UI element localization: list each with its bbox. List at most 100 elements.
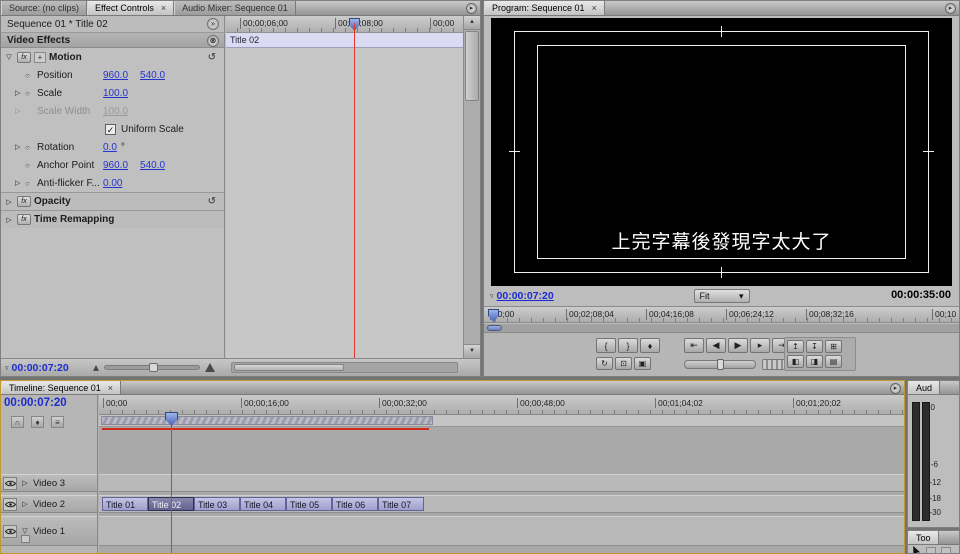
scroll-down-icon[interactable]: ▼ xyxy=(464,344,480,358)
motion-effect-row[interactable]: ▽ fx + Motion ↺ xyxy=(1,48,224,66)
step-back-button[interactable]: ◀ xyxy=(706,338,726,353)
toggle-track-output-button[interactable] xyxy=(3,477,17,490)
current-timecode[interactable]: 00:00:07:20 xyxy=(12,362,69,374)
zoom-slider-thumb[interactable] xyxy=(149,363,158,372)
scale-value[interactable]: 100.0 xyxy=(103,88,128,99)
shuttle-thumb[interactable] xyxy=(717,359,724,370)
timeline-clip[interactable]: Title 07 xyxy=(378,497,424,511)
track-header-video-2[interactable]: ▷ Video 2 xyxy=(1,495,97,513)
zoom-slider[interactable] xyxy=(104,365,200,370)
set-display-style-icon[interactable] xyxy=(21,535,30,543)
remove-effects-icon[interactable]: ⊗ xyxy=(207,35,219,47)
zoom-in-icon[interactable] xyxy=(205,363,215,372)
shuttle-slider[interactable] xyxy=(684,360,756,369)
toggle-track-output-button[interactable] xyxy=(3,525,17,538)
twirl-closed-icon[interactable]: ▷ xyxy=(15,143,25,151)
timeline-clip[interactable]: Title 04 xyxy=(240,497,286,511)
track-header-video-1[interactable]: ▽ Video 1 xyxy=(1,516,97,546)
lift-button[interactable]: ↥ xyxy=(787,340,804,353)
tab-tools[interactable]: Too xyxy=(908,531,939,544)
panel-menu-icon[interactable]: ▸ xyxy=(945,3,956,14)
trim-left-button[interactable]: ◧ xyxy=(787,355,804,368)
horizontal-scrollbar-thumb[interactable] xyxy=(234,364,344,371)
time-remapping-effect-row[interactable]: ▷ fx Time Remapping xyxy=(1,210,224,228)
effect-enabled-icon[interactable]: fx xyxy=(17,196,31,207)
effect-enabled-icon[interactable]: fx xyxy=(17,52,31,63)
program-current-time[interactable]: ▿ 00:00:07:20 xyxy=(490,290,554,302)
scrollbar-thumb[interactable] xyxy=(465,31,479,101)
timeline-clip[interactable]: Title 06 xyxy=(332,497,378,511)
reset-icon[interactable]: ↺ xyxy=(208,52,216,63)
twirl-closed-icon[interactable]: ▷ xyxy=(15,107,25,115)
tab-effect-controls[interactable]: Effect Controls × xyxy=(87,1,174,15)
track-video-2[interactable]: Title 01 Title 02 Title 03 Title 04 Titl… xyxy=(99,495,904,513)
program-ruler[interactable]: 00;00 00;02;08;04 00;04;16;08 00;06;24;1… xyxy=(484,306,959,323)
multi-camera-button[interactable]: ▤ xyxy=(825,355,842,368)
toggle-animation-icon[interactable]: ○ xyxy=(25,179,37,188)
close-icon[interactable]: × xyxy=(161,3,166,13)
uniform-scale-checkbox[interactable]: ✓ xyxy=(105,124,116,135)
set-marker-icon[interactable]: ♦ xyxy=(31,416,44,428)
work-area-bar[interactable] xyxy=(99,415,904,427)
set-in-point-button[interactable]: { xyxy=(596,338,616,353)
extract-button[interactable]: ↧ xyxy=(806,340,823,353)
step-forward-button[interactable]: ▸ xyxy=(750,338,770,353)
program-timecode-value[interactable]: 00:00:07:20 xyxy=(497,290,554,302)
twirl-closed-icon[interactable]: ▷ xyxy=(4,216,14,224)
tab-audio-mixer[interactable]: Audio Mixer: Sequence 01 xyxy=(174,1,296,15)
close-icon[interactable]: × xyxy=(592,3,597,13)
safe-margins-button[interactable]: ⊡ xyxy=(615,357,632,370)
set-marker-button[interactable]: ♦ xyxy=(640,338,660,353)
timeline-clip[interactable]: Title 03 xyxy=(194,497,240,511)
timeline-clip[interactable]: Title 05 xyxy=(286,497,332,511)
effect-controls-ruler[interactable]: 00;00;06;00 00;00;08;00 00;00 xyxy=(226,16,463,33)
loop-button[interactable]: ↻ xyxy=(596,357,613,370)
timeline-clip[interactable]: Title 01 xyxy=(102,497,148,511)
position-y-value[interactable]: 540.0 xyxy=(140,70,165,81)
program-video-area[interactable]: 上完字幕後發現字太大了 xyxy=(491,18,952,286)
zoom-level-dropdown[interactable]: Fit ▾ xyxy=(694,289,750,303)
twirl-open-icon[interactable]: ▽ xyxy=(20,527,30,535)
snap-icon[interactable]: ∩ xyxy=(11,416,24,428)
toggle-animation-icon[interactable]: ○ xyxy=(25,71,37,80)
panel-menu-icon[interactable]: ▸ xyxy=(466,3,477,14)
trim-right-button[interactable]: ◨ xyxy=(806,355,823,368)
twirl-closed-icon[interactable]: ▷ xyxy=(15,89,25,97)
timeline-current-timecode[interactable]: 00:00:07:20 xyxy=(4,397,67,409)
anchor-point-y-value[interactable]: 540.0 xyxy=(140,160,165,171)
toggle-animation-icon[interactable]: ○ xyxy=(25,161,37,170)
twirl-closed-icon[interactable]: ▷ xyxy=(20,479,30,487)
scroll-up-icon[interactable]: ▲ xyxy=(464,16,480,30)
twirl-closed-icon[interactable]: ▷ xyxy=(4,198,14,206)
program-scroll-thumb[interactable] xyxy=(487,325,502,331)
program-playhead-handle[interactable] xyxy=(488,309,499,322)
ripple-edit-tool-icon[interactable] xyxy=(941,547,951,554)
reset-icon[interactable]: ↺ xyxy=(208,196,216,207)
horizontal-scrollbar[interactable] xyxy=(231,362,458,373)
timeline-ruler[interactable]: 00;00 00;00;16;00 00;00;32;00 00;00;48;0… xyxy=(99,395,904,415)
toggle-animation-icon[interactable]: ○ xyxy=(25,143,37,152)
export-frame-button[interactable]: ⊞ xyxy=(825,340,842,353)
set-out-point-button[interactable]: } xyxy=(618,338,638,353)
timeline-menu-icon[interactable]: ≡ xyxy=(51,416,64,428)
twirl-open-icon[interactable]: ▽ xyxy=(4,53,14,61)
tab-audio-meters[interactable]: Aud xyxy=(908,381,940,394)
tab-timeline[interactable]: Timeline: Sequence 01 × xyxy=(1,381,121,394)
zoom-out-icon[interactable] xyxy=(93,365,99,371)
close-icon[interactable]: × xyxy=(108,383,113,393)
go-to-in-button[interactable]: ⇤ xyxy=(684,338,704,353)
position-x-value[interactable]: 960.0 xyxy=(103,70,128,81)
track-header-video-3[interactable]: ▷ Video 3 xyxy=(1,474,97,492)
track-video-1[interactable] xyxy=(99,516,904,546)
twirl-closed-icon[interactable]: ▷ xyxy=(20,500,30,508)
tab-source[interactable]: Source: (no clips) xyxy=(1,1,87,15)
opacity-effect-row[interactable]: ▷ fx Opacity ↺ xyxy=(1,192,224,210)
play-button[interactable]: ▶ xyxy=(728,338,748,353)
output-button[interactable]: ▣ xyxy=(634,357,651,370)
program-scroll-zone[interactable] xyxy=(484,324,959,333)
show-timeline-view-icon[interactable]: » xyxy=(207,18,219,30)
toggle-animation-icon[interactable]: ○ xyxy=(25,89,37,98)
anti-flicker-value[interactable]: 0.00 xyxy=(103,178,122,189)
track-video-3[interactable] xyxy=(99,474,904,492)
track-select-tool-icon[interactable] xyxy=(926,547,936,554)
